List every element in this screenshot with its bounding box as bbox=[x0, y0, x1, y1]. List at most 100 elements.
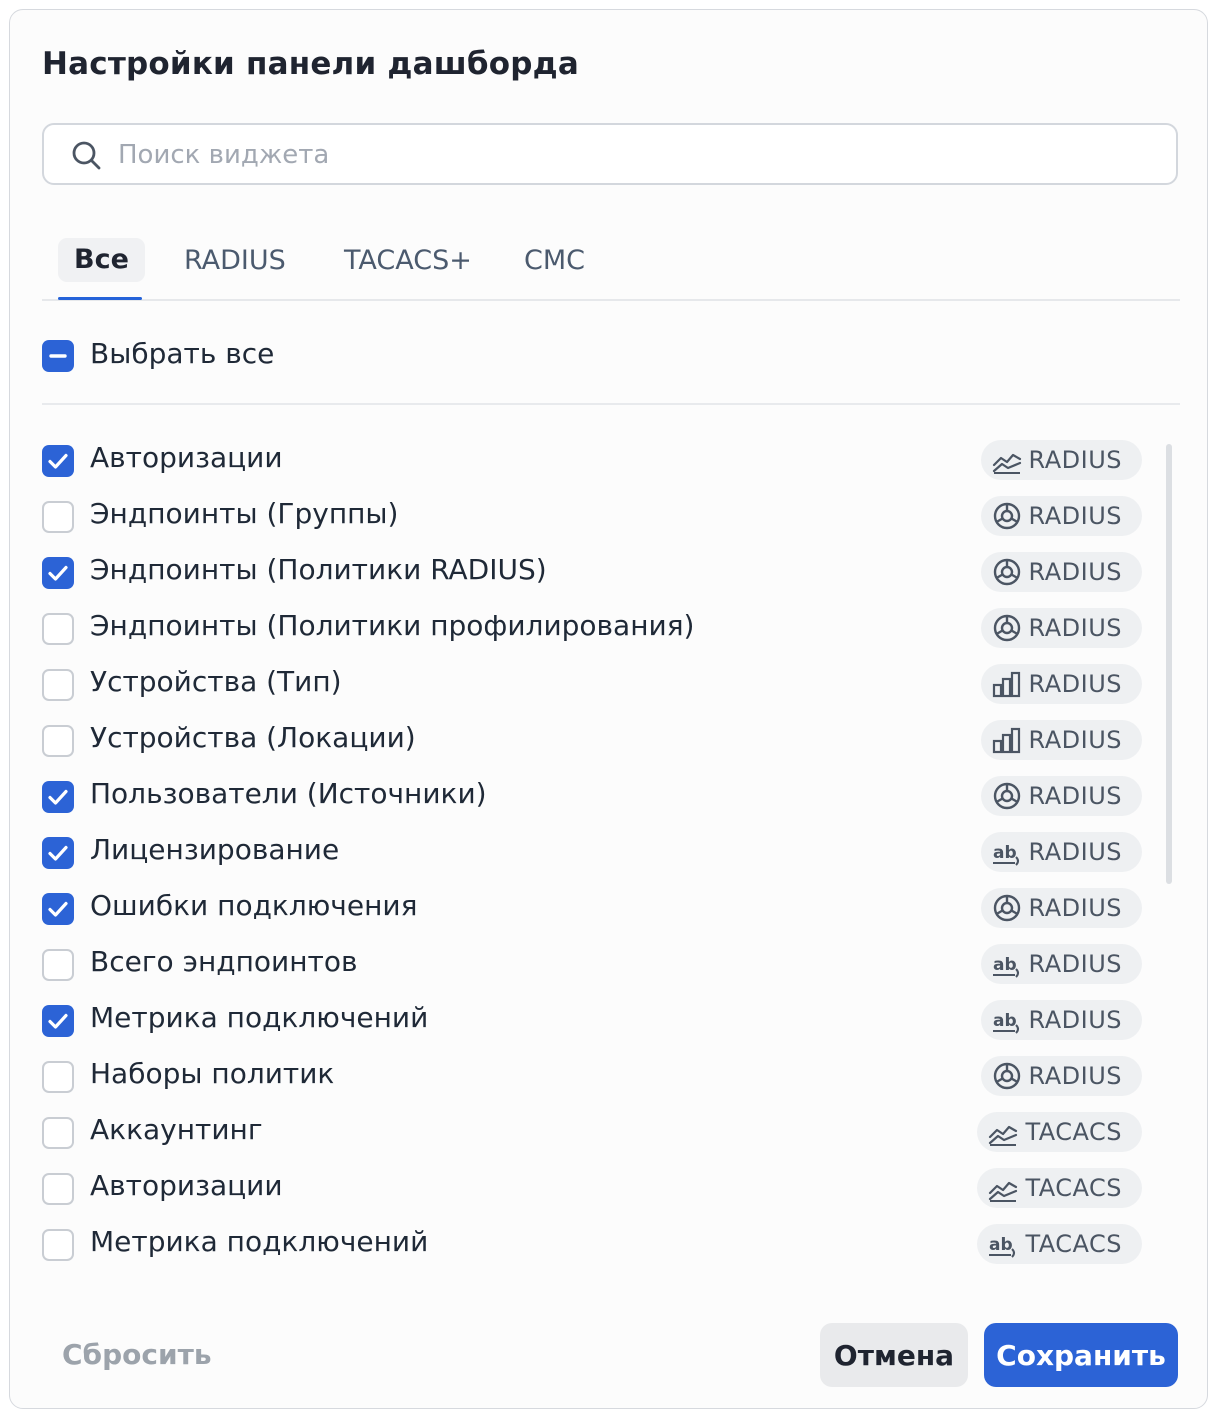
badge-label: RADIUS bbox=[1028, 558, 1122, 586]
text-value-icon: ab bbox=[991, 837, 1029, 867]
check-icon bbox=[48, 565, 68, 581]
check-icon bbox=[48, 1013, 68, 1029]
search-input[interactable] bbox=[116, 133, 1160, 177]
widget-label: Устройства (Локации) bbox=[90, 721, 416, 754]
cancel-button[interactable]: Отмена bbox=[820, 1323, 968, 1387]
badge-label: RADIUS bbox=[1028, 446, 1122, 474]
badge-label: RADIUS bbox=[1028, 782, 1122, 810]
widget-checkbox[interactable] bbox=[42, 1117, 74, 1149]
tab-radius[interactable]: RADIUS bbox=[184, 225, 286, 297]
pie-chart-icon bbox=[991, 613, 1029, 643]
tab-tacacs[interactable]: TACACS+ bbox=[344, 225, 472, 297]
tab-all[interactable]: Все bbox=[58, 225, 145, 300]
widget-type-badge: RADIUS bbox=[980, 496, 1142, 536]
widget-checkbox[interactable] bbox=[42, 501, 74, 533]
widget-checkbox[interactable] bbox=[42, 725, 74, 757]
widget-checkbox[interactable] bbox=[42, 781, 74, 813]
widget-row[interactable]: Эндпоинты (Группы) RADIUS bbox=[42, 496, 1142, 536]
widget-checkbox[interactable] bbox=[42, 893, 74, 925]
widget-row[interactable]: Эндпоинты (Политики профилирования) RADIU… bbox=[42, 608, 1142, 648]
divider bbox=[42, 403, 1180, 405]
select-all-checkbox[interactable] bbox=[42, 340, 74, 372]
line-chart-icon bbox=[987, 1117, 1025, 1147]
widget-checkbox[interactable] bbox=[42, 1173, 74, 1205]
widget-type-badge: ab RADIUS bbox=[980, 1000, 1142, 1040]
text-value-icon: ab bbox=[987, 1229, 1025, 1259]
svg-text:ab: ab bbox=[993, 843, 1017, 863]
reset-button[interactable]: Сбросить bbox=[62, 1338, 212, 1371]
line-chart-icon bbox=[991, 445, 1029, 475]
widget-row[interactable]: Авторизации RADIUS bbox=[42, 440, 1142, 480]
widget-row[interactable]: Устройства (Локации) RADIUS bbox=[42, 720, 1142, 760]
svg-text:ab: ab bbox=[989, 1235, 1013, 1255]
badge-label: RADIUS bbox=[1028, 1006, 1122, 1034]
widget-label: Эндпоинты (Группы) bbox=[90, 497, 399, 530]
tab-cmc[interactable]: CMC bbox=[524, 225, 585, 297]
widget-type-badge: ab RADIUS bbox=[980, 832, 1142, 872]
widget-type-badge: RADIUS bbox=[980, 720, 1142, 760]
check-icon bbox=[48, 453, 68, 469]
widget-label: Пользователи (Источники) bbox=[90, 777, 487, 810]
widget-checkbox[interactable] bbox=[42, 1061, 74, 1093]
select-all-label: Выбрать все bbox=[90, 337, 275, 370]
badge-label: RADIUS bbox=[1028, 670, 1122, 698]
badge-label: RADIUS bbox=[1028, 726, 1122, 754]
widget-type-badge: ab RADIUS bbox=[980, 944, 1142, 984]
widget-row[interactable]: Пользователи (Источники) RADIUS bbox=[42, 776, 1142, 816]
check-icon bbox=[48, 789, 68, 805]
dialog-title: Настройки панели дашборда bbox=[42, 46, 579, 82]
widget-label: Авторизации bbox=[90, 1169, 283, 1202]
badge-label: RADIUS bbox=[1028, 838, 1122, 866]
minus-icon bbox=[49, 354, 67, 358]
save-button[interactable]: Сохранить bbox=[984, 1323, 1178, 1387]
bar-chart-icon bbox=[991, 725, 1029, 755]
line-chart-icon bbox=[987, 1173, 1025, 1203]
pie-chart-icon bbox=[991, 781, 1029, 811]
pie-chart-icon bbox=[991, 501, 1029, 531]
search-box[interactable] bbox=[42, 123, 1178, 185]
widget-checkbox[interactable] bbox=[42, 445, 74, 477]
active-tab-indicator bbox=[58, 297, 142, 300]
widget-row[interactable]: Метрика подключений ab TACACS bbox=[42, 1224, 1142, 1264]
widget-type-badge: RADIUS bbox=[980, 1056, 1142, 1096]
pie-chart-icon bbox=[991, 893, 1029, 923]
badge-label: RADIUS bbox=[1028, 1062, 1122, 1090]
widget-checkbox[interactable] bbox=[42, 557, 74, 589]
widget-row[interactable]: Наборы политик RADIUS bbox=[42, 1056, 1142, 1096]
widget-row[interactable]: Устройства (Тип) RADIUS bbox=[42, 664, 1142, 704]
widget-label: Метрика подключений bbox=[90, 1225, 429, 1258]
widget-type-badge: RADIUS bbox=[980, 664, 1142, 704]
widget-label: Метрика подключений bbox=[90, 1001, 429, 1034]
widget-checkbox[interactable] bbox=[42, 949, 74, 981]
widget-row[interactable]: Эндпоинты (Политики RADIUS) RADIUS bbox=[42, 552, 1142, 592]
widget-row[interactable]: Метрика подключений ab RADIUS bbox=[42, 1000, 1142, 1040]
widget-type-badge: RADIUS bbox=[980, 776, 1142, 816]
check-icon bbox=[48, 901, 68, 917]
widget-row[interactable]: Ошибки подключения RADIUS bbox=[42, 888, 1142, 928]
widget-checkbox[interactable] bbox=[42, 837, 74, 869]
pie-chart-icon bbox=[991, 1061, 1029, 1091]
widget-label: Лицензирование bbox=[90, 833, 340, 866]
widget-row[interactable]: Всего эндпоинтов ab RADIUS bbox=[42, 944, 1142, 984]
widget-type-badge: RADIUS bbox=[980, 608, 1142, 648]
badge-label: RADIUS bbox=[1028, 950, 1122, 978]
badge-label: TACACS bbox=[1025, 1174, 1122, 1202]
widget-checkbox[interactable] bbox=[42, 1229, 74, 1261]
scrollbar[interactable] bbox=[1166, 444, 1172, 884]
widget-checkbox[interactable] bbox=[42, 669, 74, 701]
widget-row[interactable]: Лицензирование ab RADIUS bbox=[42, 832, 1142, 872]
badge-label: RADIUS bbox=[1028, 502, 1122, 530]
widget-checkbox[interactable] bbox=[42, 613, 74, 645]
widget-type-badge: ab TACACS bbox=[977, 1224, 1142, 1264]
widget-type-badge: RADIUS bbox=[980, 552, 1142, 592]
widget-checkbox[interactable] bbox=[42, 1005, 74, 1037]
search-icon bbox=[72, 141, 101, 170]
widget-label: Наборы политик bbox=[90, 1057, 335, 1090]
widget-row[interactable]: Аккаунтинг TACACS bbox=[42, 1112, 1142, 1152]
widget-label: Эндпоинты (Политики RADIUS) bbox=[90, 553, 547, 586]
widget-label: Всего эндпоинтов bbox=[90, 945, 358, 978]
widget-row[interactable]: Авторизации TACACS bbox=[42, 1168, 1142, 1208]
dashboard-settings-dialog: Настройки панели дашборда Все RADIUS TAC… bbox=[9, 9, 1208, 1409]
widget-type-badge: TACACS bbox=[977, 1112, 1142, 1152]
check-icon bbox=[48, 845, 68, 861]
